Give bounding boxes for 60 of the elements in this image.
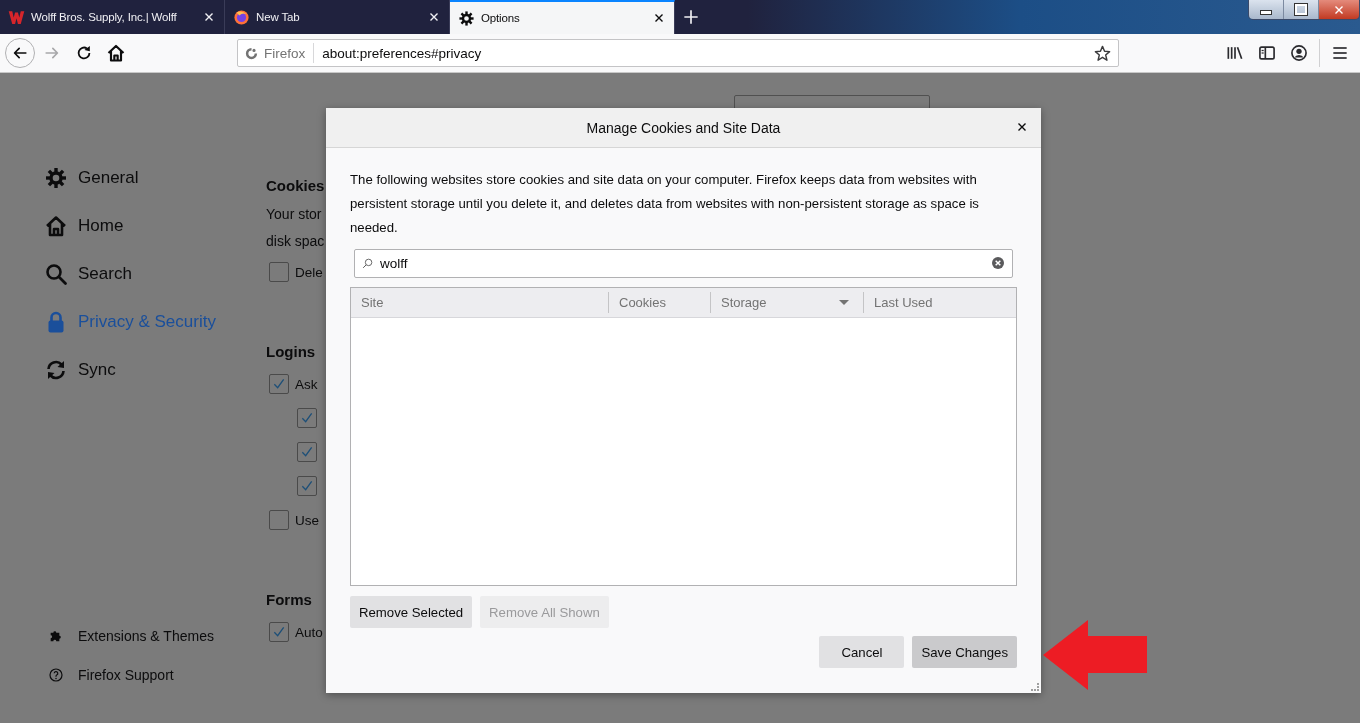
checkbox[interactable]: [269, 510, 289, 530]
checkbox-label: Auto: [295, 624, 323, 640]
minimize-button[interactable]: [1249, 0, 1284, 19]
search-field[interactable]: wolff: [354, 249, 1013, 278]
star-icon[interactable]: [1093, 43, 1112, 63]
tab-title: New Tab: [256, 11, 301, 23]
resize-grip[interactable]: [1031, 683, 1039, 691]
column-header[interactable]: Site: [351, 292, 608, 313]
sidebar-item[interactable]: General: [44, 154, 266, 202]
column-header[interactable]: Storage: [710, 292, 863, 313]
restore-button[interactable]: [1284, 0, 1319, 19]
save-button[interactable]: Save Changes: [912, 636, 1017, 668]
checkbox[interactable]: [297, 408, 317, 428]
column-header[interactable]: Last Used: [863, 292, 1016, 313]
gear-icon: [458, 9, 475, 27]
sync-icon: [44, 358, 68, 382]
minimize-icon: [1260, 10, 1272, 15]
search-icon: [44, 262, 68, 286]
checkbox[interactable]: [297, 442, 317, 462]
section-heading: Logins: [266, 342, 316, 362]
identity-box[interactable]: Firefox: [238, 43, 315, 63]
checkbox-label: Ask: [295, 376, 318, 392]
sidebar-link[interactable]: Firefox Support: [44, 655, 266, 694]
checkbox[interactable]: [269, 622, 289, 642]
identity-icon: [244, 45, 259, 61]
plus-icon[interactable]: [681, 7, 701, 27]
sidebar-icon[interactable]: [1257, 43, 1277, 63]
sidebar-item[interactable]: Home: [44, 202, 266, 250]
favicon-icon: [8, 8, 25, 26]
search-icon: [361, 257, 374, 270]
gear-icon: [44, 166, 68, 190]
section-text: Your stor: [266, 205, 322, 224]
address-bar[interactable]: Firefox about:preferences#privacy: [237, 39, 1119, 67]
globe-icon: [233, 8, 250, 26]
section-heading: Cookies: [266, 176, 325, 196]
tab-title: Wolff Bros. Supply, Inc.| Wolff: [31, 11, 178, 23]
account-icon[interactable]: [1289, 43, 1309, 63]
restore-icon: [1295, 4, 1307, 15]
remove-button[interactable]: Remove Selected: [350, 596, 473, 628]
sidebar-item[interactable]: Search: [44, 250, 266, 298]
description-text: The following websites store cookies and site data on your computer. Firefox keeps data from websites with persistent storage until you delete it, and deletes data from websites with non-persistent storage as space is needed.: [350, 171, 980, 237]
url-text: about:preferences#privacy: [322, 45, 483, 61]
help-icon: [48, 666, 64, 683]
section-heading: Forms: [266, 590, 312, 610]
column-header[interactable]: Cookies: [608, 292, 710, 313]
home-icon: [44, 214, 68, 238]
checkbox[interactable]: [269, 262, 289, 282]
checkbox[interactable]: [269, 374, 289, 394]
checkbox-label: Dele: [295, 264, 323, 280]
sidebar-item[interactable]: Sync: [44, 346, 266, 394]
browser-tab[interactable]: Options: [450, 0, 675, 34]
checkbox[interactable]: [297, 476, 317, 496]
home-icon: [106, 43, 126, 63]
sidebar-link[interactable]: Extensions & Themes: [44, 616, 266, 655]
dialog-title: Manage Cookies and Site Data: [586, 119, 781, 136]
clear-icon[interactable]: [990, 255, 1006, 271]
section-text: disk spac: [266, 232, 325, 251]
cancel-button[interactable]: Cancel: [819, 636, 905, 668]
tab-title: Options: [481, 12, 521, 24]
checkbox-label: Use: [295, 512, 319, 528]
